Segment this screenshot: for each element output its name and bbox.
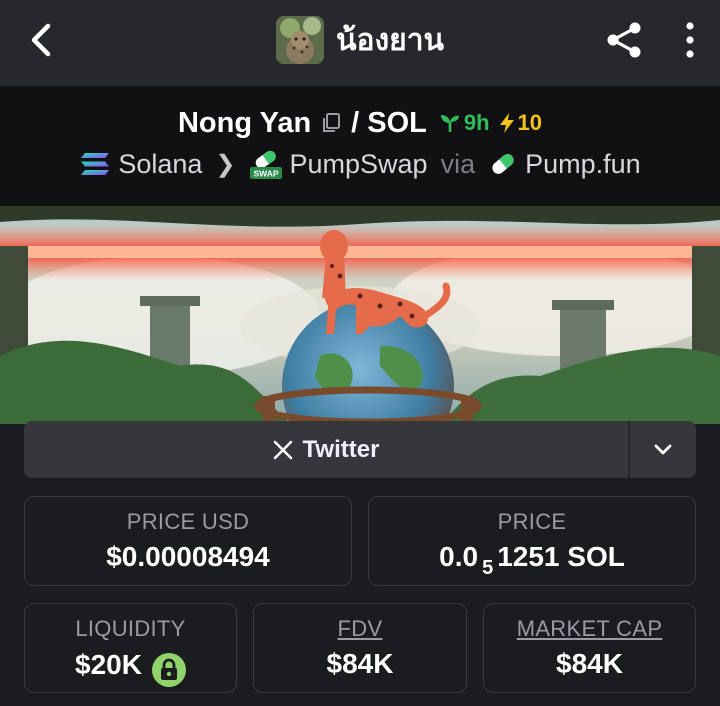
quote-token-name: SOL [367,106,427,139]
token-avatar [275,16,324,64]
price-native-label: PRICE [497,509,567,534]
pumpswap-icon: SWAP [249,150,282,179]
pumpfun-icon [492,154,514,174]
price-usd-card: PRICE USD $0.00008494 [24,496,352,586]
x-logo-icon [273,440,292,459]
fdv-label[interactable]: FDV [254,616,466,642]
pair-age: 9h [439,110,490,136]
dex-name[interactable]: PumpSwap [290,149,428,180]
market-cap-label[interactable]: MARKET CAP [484,616,695,642]
twitter-button[interactable]: Twitter [24,421,628,478]
liquidity-label: LIQUIDITY [75,616,186,641]
token-banner-image [0,206,720,424]
price-zero-count: 5 [482,557,494,579]
chain-name[interactable]: Solana [118,149,202,180]
lightning-icon [499,113,514,133]
solana-icon [81,153,110,175]
pair-age-value: 9h [463,110,490,135]
sprout-icon [440,115,459,132]
via-label: via [440,148,476,179]
chevron-right-icon: ❯ [215,150,236,178]
base-token-name: Nong Yan [177,106,312,139]
social-links-bar: Twitter [24,421,696,478]
lock-icon[interactable] [151,653,186,687]
market-cap-card: MARKET CAP $84K [483,603,696,693]
price-native-value: 0.0 5 1251 SOL [439,541,625,579]
price-usd-label: PRICE USD [126,509,250,534]
market-cap-value: $84K [556,648,623,679]
twitter-label: Twitter [302,435,380,463]
launchpad-name[interactable]: Pump.fun [525,149,641,180]
fdv-card: FDV $84K [253,603,467,693]
page-title: น้องยาน [335,22,445,58]
fdv-value: $84K [326,648,394,679]
pair-info: Nong Yan / SOL 9h 10 Solana ❯ SWAP PumpS… [0,86,720,206]
pair-name-line: Nong Yan / SOL 9h 10 [0,104,720,142]
more-vertical-icon[interactable] [676,20,704,60]
top-bar: น้องยาน [0,0,720,86]
price-native-card: PRICE 0.0 5 1251 SOL [368,496,696,586]
boost-count-value: 10 [517,110,543,135]
pair-separator: / [351,106,360,139]
chain-dex-line: Solana ❯ SWAP PumpSwap via Pump.fun [0,146,720,182]
price-usd-value: $0.00008494 [106,541,270,572]
share-icon[interactable] [604,20,644,60]
copy-icon[interactable] [319,111,343,135]
liquidity-value: $20K [75,649,142,680]
liquidity-card: LIQUIDITY $20K [24,603,237,693]
svg-text:SWAP: SWAP [253,169,278,179]
links-dropdown-button[interactable] [628,421,696,478]
chevron-down-icon [654,444,672,454]
boost-count[interactable]: 10 [498,110,542,136]
